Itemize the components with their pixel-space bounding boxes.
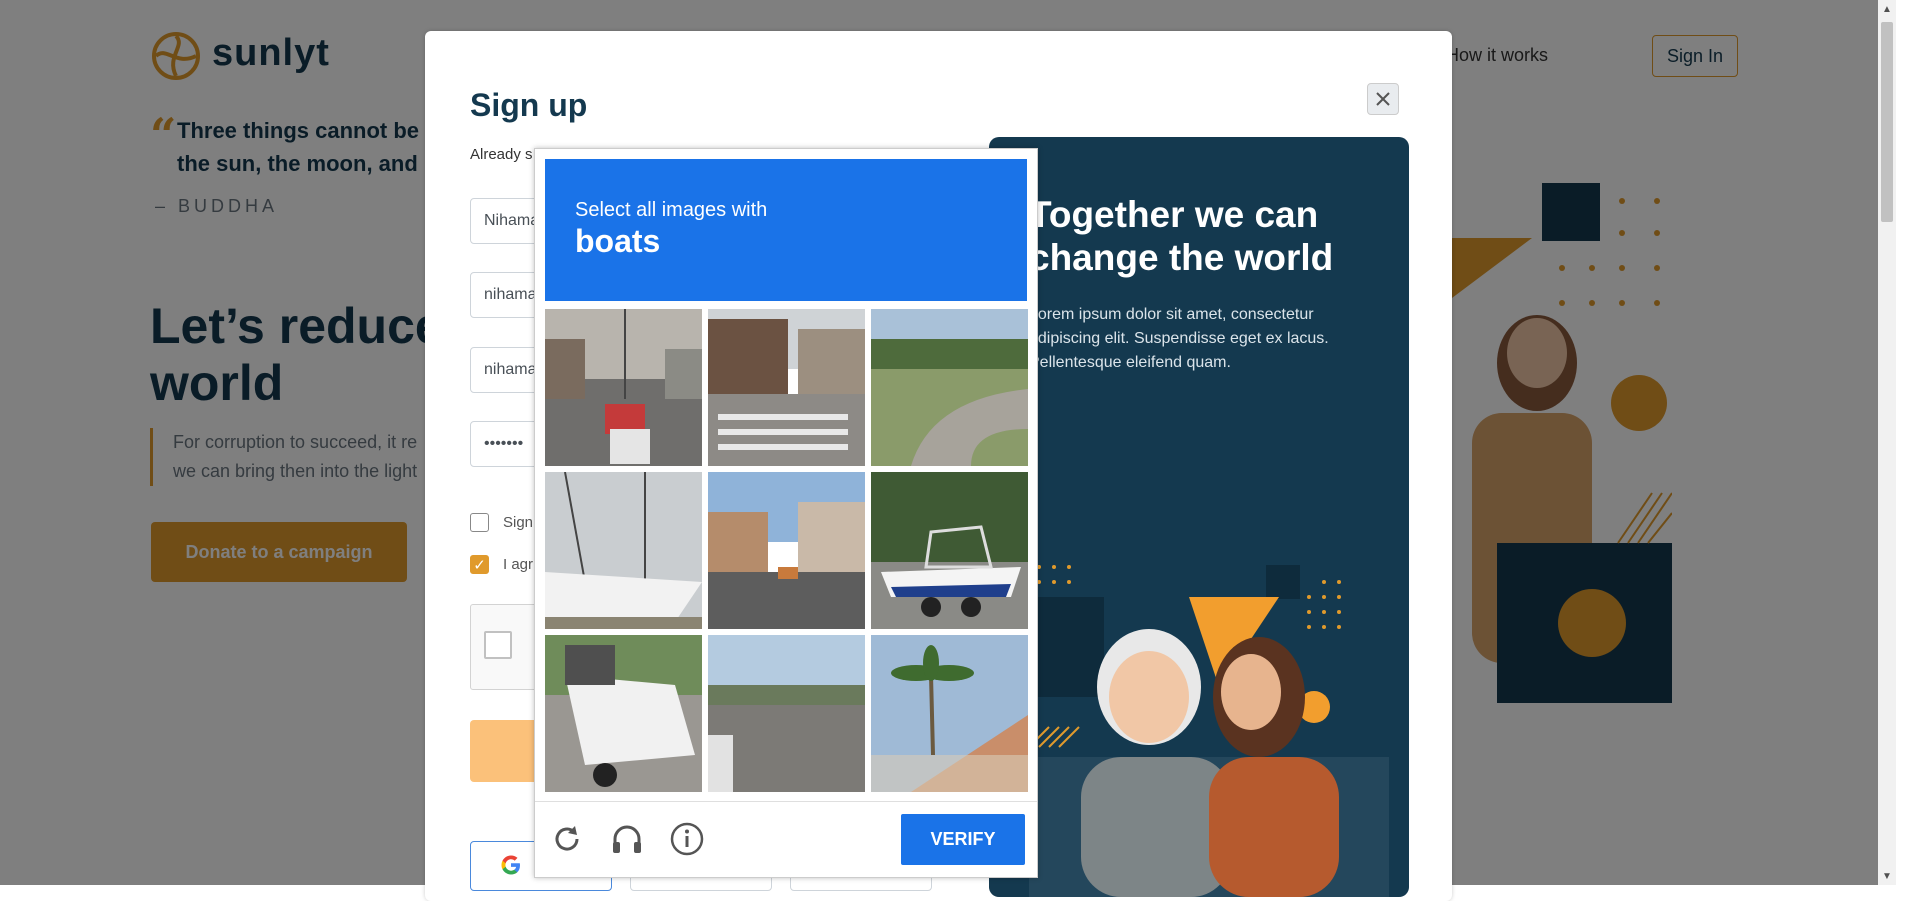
terms-checkbox[interactable]: ✓ bbox=[470, 555, 489, 574]
google-icon bbox=[501, 855, 520, 875]
headphones-icon[interactable] bbox=[609, 821, 645, 857]
newsletter-checkbox[interactable] bbox=[470, 513, 489, 532]
modal-subtitle: Already s bbox=[470, 146, 533, 163]
close-icon bbox=[1376, 92, 1390, 106]
scrollbar-thumb[interactable] bbox=[1881, 22, 1893, 222]
info-icon[interactable] bbox=[669, 821, 705, 857]
captcha-tile-highway[interactable] bbox=[708, 635, 865, 792]
captcha-tile-street-traffic[interactable] bbox=[545, 309, 702, 466]
scroll-down-icon[interactable]: ▼ bbox=[1878, 867, 1896, 885]
captcha-target: boats bbox=[575, 223, 661, 259]
captcha-tile-city-street[interactable] bbox=[708, 472, 865, 629]
modal-title: Sign up bbox=[470, 87, 588, 123]
captcha-header: Select all images with boats bbox=[545, 159, 1027, 301]
captcha-challenge: Select all images with boats VERIFY bbox=[534, 148, 1038, 878]
promo-panel: Together we can change the world Lorem i… bbox=[989, 137, 1409, 897]
panel-illustration bbox=[1019, 557, 1409, 897]
panel-text-line-2: adipiscing elit. Suspendisse eget ex lac… bbox=[1029, 330, 1329, 347]
captcha-footer: VERIFY bbox=[535, 801, 1037, 878]
reload-icon[interactable] bbox=[549, 821, 585, 857]
scroll-up-icon[interactable]: ▲ bbox=[1878, 0, 1896, 18]
terms-label: I agr bbox=[503, 556, 534, 573]
captcha-tile-boat-trailer[interactable] bbox=[545, 635, 702, 792]
verify-button[interactable]: VERIFY bbox=[901, 814, 1025, 865]
panel-text-line-3: Pellentesque eleifend quam. bbox=[1029, 354, 1231, 371]
captcha-tile-street-crosswalk[interactable] bbox=[708, 309, 865, 466]
close-button[interactable] bbox=[1367, 83, 1399, 115]
captcha-tile-palm-house[interactable] bbox=[871, 635, 1028, 792]
captcha-instruction: Select all images with bbox=[575, 199, 768, 221]
captcha-tile-speedboat-trailer[interactable] bbox=[871, 472, 1028, 629]
recaptcha-checkbox[interactable] bbox=[484, 631, 512, 659]
captcha-tile-boat-docked[interactable] bbox=[545, 472, 702, 629]
newsletter-label: Sign bbox=[503, 514, 534, 531]
panel-title-line-2: change the world bbox=[1029, 237, 1334, 278]
panel-title-line-1: Together we can bbox=[1029, 194, 1319, 235]
panel-text-line-1: Lorem ipsum dolor sit amet, consectetur bbox=[1029, 306, 1314, 323]
captcha-tile-road-curve[interactable] bbox=[871, 309, 1028, 466]
